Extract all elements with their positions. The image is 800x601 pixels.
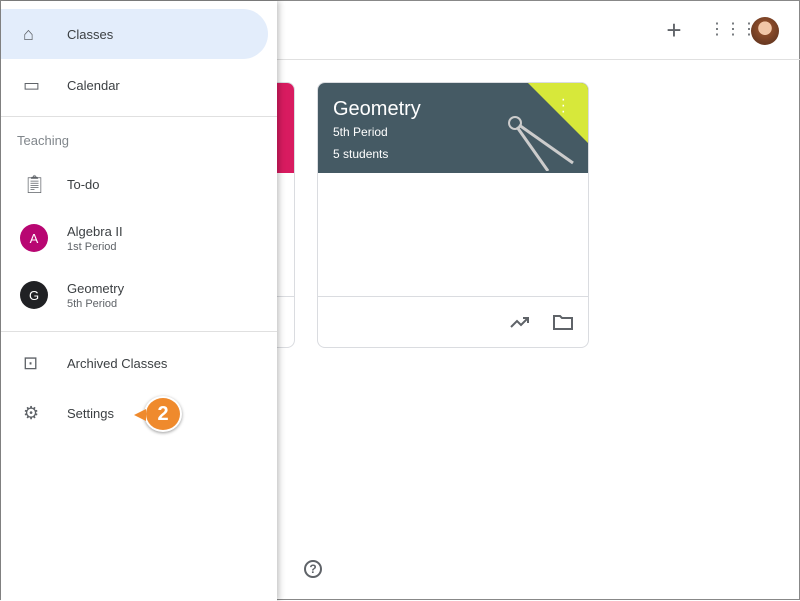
calendar-icon: ▭ [23,74,41,95]
divider [1,331,277,332]
nav-label: Archived Classes [67,355,168,371]
nav-class-algebra[interactable]: A Algebra II 1st Period [1,213,268,263]
nav-calendar[interactable]: ▭ Calendar [1,60,268,110]
clipboard-icon: 📋︎ [23,173,46,194]
class-avatar: A [20,224,48,252]
folder-icon[interactable] [553,314,573,330]
nav-todo[interactable]: 📋︎ To-do [1,159,268,209]
class-name: Algebra II [67,223,123,239]
class-period: 1st Period [67,240,117,253]
nav-classes[interactable]: ⌂ Classes [1,9,268,59]
nav-label: Calendar [67,77,120,93]
class-card-geometry[interactable]: Geometry 5th Period 5 students · · · [317,82,589,348]
archive-icon: ⊡ [23,352,39,373]
class-period: 5th Period [67,297,118,310]
card-footer [318,296,588,347]
trending-up-icon[interactable] [510,315,530,329]
home-icon: ⌂ [23,23,34,44]
user-avatar[interactable] [751,17,779,45]
nav-label: To-do [67,176,100,192]
card-subtitle: 5th Period [333,125,388,139]
section-teaching: Teaching [17,133,70,148]
help-icon[interactable]: ? [304,560,322,578]
nav-archived[interactable]: ⊡ Archived Classes [1,338,268,388]
gear-icon: ⚙ [23,402,40,423]
divider [1,116,277,117]
nav-class-geometry[interactable]: G Geometry 5th Period [1,270,268,320]
class-name: Geometry [67,280,125,296]
card-title[interactable]: Geometry [333,98,421,121]
card-banner: Geometry 5th Period 5 students · · · [318,83,588,173]
nav-label: Classes [67,26,114,42]
step-callout: 2 [134,396,182,432]
compass-icon [508,116,574,171]
nav-label: Settings [67,405,114,421]
add-class-button[interactable]: + [662,17,686,43]
class-avatar: G [20,281,48,309]
navigation-drawer: ⌂ Classes ▭ Calendar Teaching 📋︎ To-do A Alg… [1,1,277,601]
card-student-count: 5 students [333,147,389,161]
apps-grid-icon[interactable]: ⋮⋮⋮ [709,19,757,43]
